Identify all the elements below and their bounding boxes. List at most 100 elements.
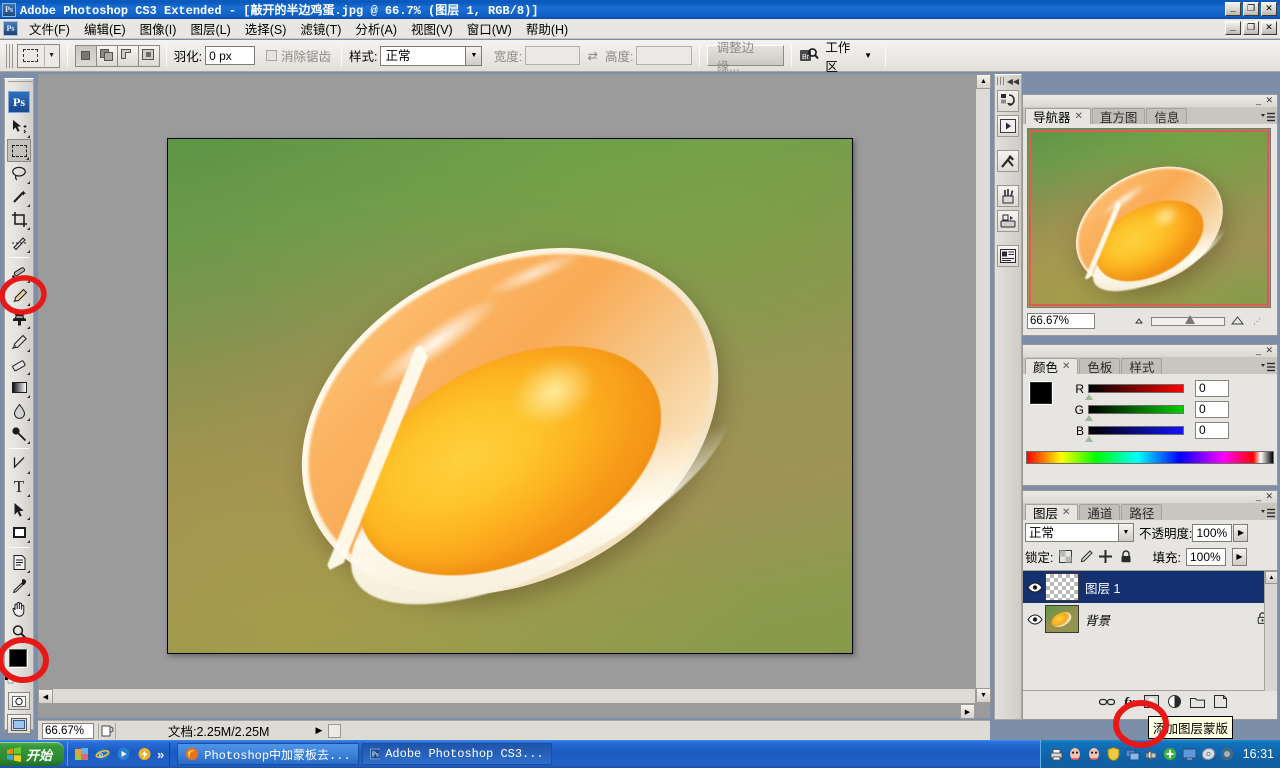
opacity-input[interactable]: 100% xyxy=(1192,523,1233,542)
tab-styles[interactable]: 样式 xyxy=(1121,358,1163,375)
doc-restore-button[interactable]: ❐ xyxy=(1243,21,1259,35)
character-panel-icon[interactable] xyxy=(997,245,1019,267)
red-slider[interactable] xyxy=(1085,384,1184,400)
internet-explorer-icon[interactable]: e xyxy=(94,746,110,762)
close-icon[interactable]: ✕ xyxy=(1075,111,1083,122)
magic-wand-tool[interactable] xyxy=(7,185,31,208)
actions-panel-icon[interactable] xyxy=(997,115,1019,137)
tray-network-icon[interactable] xyxy=(1125,747,1140,762)
status-zoom-input[interactable]: 66.67% xyxy=(42,722,94,739)
blur-tool[interactable] xyxy=(7,399,31,422)
move-tool[interactable] xyxy=(7,116,31,139)
bridge-icon[interactable]: Br xyxy=(799,46,820,66)
add-to-selection-button[interactable] xyxy=(95,44,118,67)
clone-source-panel-icon[interactable] xyxy=(997,210,1019,232)
style-select[interactable]: 正常 ▼ xyxy=(380,45,483,66)
slice-tool[interactable] xyxy=(7,231,31,254)
lock-all-icon[interactable] xyxy=(1118,549,1133,564)
menu-edit[interactable]: 编辑(E) xyxy=(77,17,133,40)
doc-close-button[interactable]: ✕ xyxy=(1261,21,1277,35)
tray-sound-icon[interactable] xyxy=(1144,747,1159,762)
hand-tool[interactable] xyxy=(7,597,31,620)
scroll-right-button[interactable]: ▶ xyxy=(960,704,975,719)
blue-slider-thumb[interactable] xyxy=(1085,436,1093,442)
canvas-horizontal-scrollbar[interactable]: ◀ ▶ xyxy=(38,688,975,719)
rectangular-marquee-tool[interactable] xyxy=(7,139,31,162)
new-fill-adjustment-layer-icon[interactable] xyxy=(1167,694,1181,710)
fill-stepper-icon[interactable]: ▶ xyxy=(1231,547,1247,566)
canvas-vertical-scrollbar[interactable]: ▲ ▼ xyxy=(975,74,991,703)
zoom-out-icon[interactable] xyxy=(1133,316,1146,326)
blue-value-input[interactable]: 0 xyxy=(1195,422,1229,439)
table-row[interactable]: 背景 xyxy=(1023,603,1277,635)
minimize-button[interactable]: _ xyxy=(1225,2,1241,16)
add-layer-mask-icon[interactable] xyxy=(1143,694,1159,710)
tab-channels[interactable]: 通道 xyxy=(1079,504,1121,521)
lock-image-pixels-icon[interactable] xyxy=(1078,549,1093,564)
panel-resize-grip[interactable]: ⋰ xyxy=(1253,317,1261,326)
tray-qq-icon-2[interactable] xyxy=(1087,747,1102,762)
menu-filter[interactable]: 滤镜(T) xyxy=(293,17,348,40)
zoom-slider[interactable] xyxy=(1151,314,1225,326)
color-panel-title-bar[interactable]: _ ✕ xyxy=(1023,345,1277,357)
green-value-input[interactable]: 0 xyxy=(1195,401,1229,418)
tab-color[interactable]: 颜色 ✕ xyxy=(1025,358,1079,375)
tab-info[interactable]: 信息 xyxy=(1146,108,1188,125)
crop-tool[interactable] xyxy=(7,208,31,231)
taskbar-clock[interactable]: 16:31 xyxy=(1243,747,1274,761)
antialias-checkbox-group[interactable]: 消除锯齿 xyxy=(265,46,334,65)
rectangular-marquee-icon[interactable] xyxy=(18,45,44,67)
link-layers-icon[interactable] xyxy=(1099,694,1115,710)
navigator-panel-title-bar[interactable]: _ ✕ xyxy=(1023,95,1277,107)
quick-launch-overflow-icon[interactable]: » xyxy=(157,747,164,762)
new-selection-button[interactable] xyxy=(74,44,97,67)
tray-qq-icon-1[interactable] xyxy=(1068,747,1083,762)
tab-histogram[interactable]: 直方图 xyxy=(1091,108,1146,125)
maximize-button[interactable]: ❐ xyxy=(1243,2,1259,16)
layer-list-scrollbar[interactable]: ▲ xyxy=(1264,571,1278,691)
eyedropper-tool[interactable] xyxy=(7,574,31,597)
color-foreground-swatch[interactable] xyxy=(1030,382,1052,404)
doc-minimize-button[interactable]: _ xyxy=(1225,21,1241,35)
panel-minimize-close-icons[interactable]: _ ✕ xyxy=(1256,491,1274,502)
tab-swatches[interactable]: 色板 xyxy=(1079,358,1121,375)
menu-analysis[interactable]: 分析(A) xyxy=(348,17,404,40)
layers-panel-menu-icon[interactable] xyxy=(1261,508,1275,520)
color-spectrum-ramp[interactable] xyxy=(1026,451,1274,464)
show-desktop-icon[interactable] xyxy=(73,746,89,762)
tab-navigator[interactable]: 导航器 ✕ xyxy=(1025,108,1091,125)
foreground-color-swatch[interactable] xyxy=(9,649,27,667)
tab-layers[interactable]: 图层 ✕ xyxy=(1025,504,1079,521)
tab-paths[interactable]: 路径 xyxy=(1121,504,1163,521)
document-icon[interactable]: Ps xyxy=(3,21,18,36)
screen-mode-button[interactable] xyxy=(7,714,31,734)
task-button-photoshop[interactable]: Ps Adobe Photoshop CS3... xyxy=(361,743,552,765)
fill-input[interactable]: 100% xyxy=(1185,547,1226,566)
menu-select[interactable]: 选择(S) xyxy=(238,17,294,40)
color-panel-menu-icon[interactable] xyxy=(1261,362,1275,374)
height-input[interactable] xyxy=(636,46,692,65)
navigator-thumbnail[interactable] xyxy=(1027,128,1271,308)
quick-mask-mode-button[interactable] xyxy=(8,692,30,710)
lock-position-icon[interactable] xyxy=(1098,549,1113,564)
task-button-browser[interactable]: Photoshop中加蒙板去... xyxy=(177,743,359,765)
scroll-left-button[interactable]: ◀ xyxy=(38,689,53,704)
close-button[interactable]: ✕ xyxy=(1261,2,1277,16)
chevron-down-icon[interactable]: ▼ xyxy=(1118,523,1134,542)
panel-minimize-close-icons[interactable]: _ ✕ xyxy=(1256,345,1274,356)
antialias-checkbox[interactable] xyxy=(265,50,277,61)
close-icon[interactable]: ✕ xyxy=(1062,361,1070,372)
type-tool[interactable]: T xyxy=(7,475,31,498)
chevron-down-icon[interactable]: ▼ xyxy=(465,45,483,66)
menu-file[interactable]: 文件(F) xyxy=(22,17,77,40)
scroll-down-button[interactable]: ▼ xyxy=(976,688,991,703)
layer-style-icon[interactable]: fx xyxy=(1124,694,1135,710)
lasso-tool[interactable] xyxy=(7,162,31,185)
dock-grip[interactable] xyxy=(997,77,1005,85)
zoom-slider-thumb[interactable] xyxy=(1185,314,1195,324)
notes-tool[interactable] xyxy=(7,551,31,574)
media-player-icon[interactable] xyxy=(115,746,131,762)
toolbox-logo[interactable]: Ps xyxy=(8,91,30,113)
clone-stamp-tool[interactable] xyxy=(7,307,31,330)
tray-monitor-icon[interactable] xyxy=(1182,747,1197,762)
